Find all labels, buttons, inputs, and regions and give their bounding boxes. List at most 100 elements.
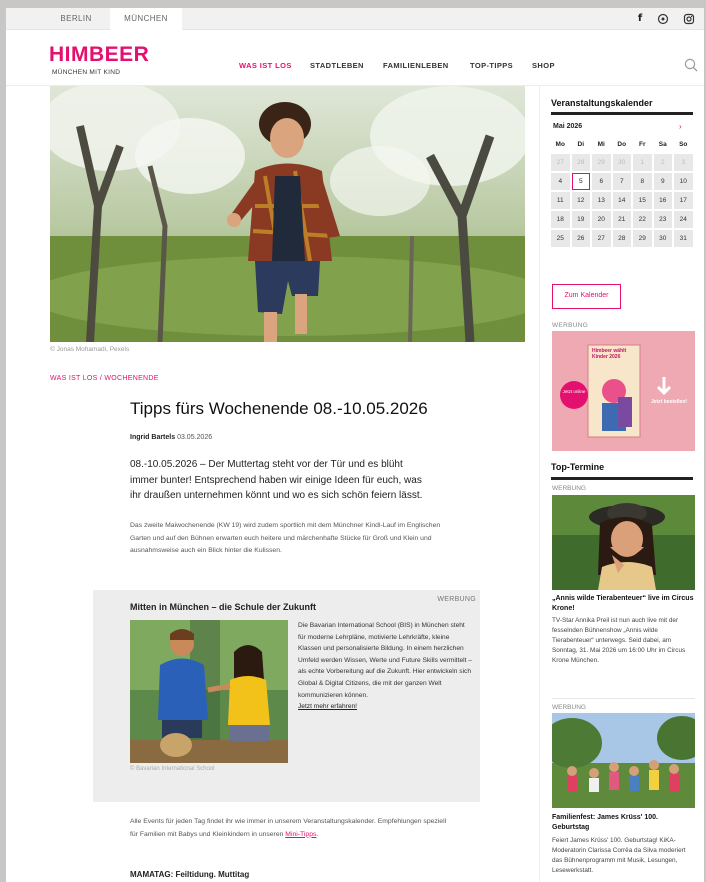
calendar-week-row: 18 19 20 21 22 23 24 xyxy=(551,211,693,228)
calendar-day[interactable]: 28 xyxy=(612,230,631,247)
ad-title[interactable]: Mitten in München – die Schule der Zukun… xyxy=(130,602,316,612)
ad-image[interactable] xyxy=(130,620,288,763)
page: BERLIN MÜNCHEN f HIMBEER MÜNCHEN MIT KIN… xyxy=(6,8,704,882)
calendar-day[interactable]: 10 xyxy=(674,173,693,190)
calendar-day[interactable]: 5 xyxy=(571,173,590,190)
article-title: Tipps fürs Wochenende 08.-10.05.2026 xyxy=(130,399,428,418)
event-ad-label: WERBUNG xyxy=(552,704,586,711)
event-description: TV-Star Annika Preil ist nun auch live m… xyxy=(552,617,686,664)
nav-shop[interactable]: SHOP xyxy=(532,61,555,70)
calendar-button[interactable]: Zum Kalender xyxy=(552,284,621,309)
logo[interactable]: HIMBEER xyxy=(49,44,149,66)
calendar-day[interactable]: 26 xyxy=(571,230,590,247)
calendar-day[interactable]: 6 xyxy=(592,173,611,190)
article-paragraph: Das zweite Maiwochenende (KW 19) wird zu… xyxy=(130,522,441,554)
calendar-day[interactable]: 9 xyxy=(653,173,672,190)
event-image[interactable] xyxy=(552,713,695,808)
calendar-grid: Mo Di Mi Do Fr Sa So 27 28 29 30 1 2 3 4 5 6 7 8 9 10 11 12 13 1… xyxy=(551,138,693,249)
heading-rule xyxy=(551,112,693,115)
calendar-day[interactable]: 27 xyxy=(592,230,611,247)
calendar-weekday: Di xyxy=(577,141,585,148)
calendar-day[interactable]: 29 xyxy=(592,154,611,171)
calendar-day[interactable]: 21 xyxy=(612,211,631,228)
calendar-day[interactable]: 15 xyxy=(633,192,652,209)
calendar-day[interactable]: 22 xyxy=(633,211,652,228)
calendar-day[interactable]: 25 xyxy=(551,230,570,247)
heading-rule xyxy=(551,477,693,480)
calendar-weekday: So xyxy=(679,141,688,148)
ad-more-link[interactable]: Jetzt mehr erfahren! xyxy=(298,701,473,713)
nav-top-tipps[interactable]: TOP-TIPPS xyxy=(470,61,513,70)
calendar-day[interactable]: 31 xyxy=(674,230,693,247)
calendar-day[interactable]: 30 xyxy=(653,230,672,247)
calendar-day[interactable]: 29 xyxy=(633,230,652,247)
calendar-weekday: Do xyxy=(617,141,627,148)
calendar-heading: Veranstaltungskalender xyxy=(551,98,653,108)
event-title[interactable]: Familienfest: James Krüss' 100. Geburtst… xyxy=(552,813,695,832)
section-heading: MAMATAG: Feiltidung. Muttitag xyxy=(130,870,250,879)
search-icon[interactable] xyxy=(684,58,698,72)
pinterest-icon[interactable] xyxy=(657,13,669,25)
calendar-day[interactable]: 2 xyxy=(653,154,672,171)
event-title[interactable]: „Annis wilde Tierabenteuer“ live im Circ… xyxy=(552,594,695,613)
calendar-day[interactable]: 3 xyxy=(674,154,693,171)
calendar-day[interactable]: 20 xyxy=(592,211,611,228)
facebook-icon[interactable]: f xyxy=(634,13,646,25)
calendar-day[interactable]: 28 xyxy=(571,154,590,171)
paragraph-end: . xyxy=(316,830,319,838)
calendar-weekday: Fr xyxy=(639,141,646,148)
calendar-day[interactable]: 14 xyxy=(612,192,631,209)
author[interactable]: Ingrid Bartels xyxy=(130,434,175,441)
calendar-week-row: 11 12 13 14 15 16 17 xyxy=(551,192,693,209)
event-divider xyxy=(552,698,695,699)
sidebar: Veranstaltungskalender Mai 2026 › Mo Di Mi… xyxy=(543,86,704,882)
event-image[interactable] xyxy=(552,495,695,590)
site-header: HIMBEER MÜNCHEN MIT KIND WAS IST LOS STA… xyxy=(6,30,704,86)
calendar-day[interactable]: 17 xyxy=(674,192,693,209)
ad-banner-cta: Jetzt bestellen! xyxy=(650,399,688,405)
calendar-next-button[interactable]: › xyxy=(679,122,682,131)
calendar-weekday: Mi xyxy=(597,141,605,148)
city-tab-muenchen[interactable]: MÜNCHEN xyxy=(110,8,182,31)
calendar-day[interactable]: 30 xyxy=(612,154,631,171)
calendar-day[interactable]: 23 xyxy=(653,211,672,228)
calendar-weekday-row: Mo Di Mi Do Fr Sa So xyxy=(551,138,693,152)
ad-banner-circle-text: Jetzt online xyxy=(562,389,586,394)
calendar-week-row: 27 28 29 30 1 2 3 xyxy=(551,154,693,171)
nav-familienleben[interactable]: FAMILIENLEBEN xyxy=(383,61,449,70)
hero-image xyxy=(50,86,525,342)
mini-tipps-link[interactable]: Mini-Tipps xyxy=(285,831,316,838)
calendar-day[interactable]: 19 xyxy=(571,211,590,228)
calendar-day[interactable]: 18 xyxy=(551,211,570,228)
calendar-weekday: Sa xyxy=(658,141,667,148)
city-tab-berlin[interactable]: BERLIN xyxy=(50,8,102,30)
calendar-day[interactable]: 7 xyxy=(612,173,631,190)
calendar-day[interactable]: 11 xyxy=(551,192,570,209)
calendar-day[interactable]: 13 xyxy=(592,192,611,209)
top-events-heading: Top-Termine xyxy=(551,462,605,472)
ad-label: WERBUNG xyxy=(437,596,476,603)
calendar-day[interactable]: 1 xyxy=(633,154,652,171)
image-credit: © Jonas Mohamadi, Pexels xyxy=(50,346,130,353)
calendar-day[interactable]: 27 xyxy=(551,154,570,171)
ad-image-credit: © Bavarian International School xyxy=(130,766,215,772)
breadcrumb[interactable]: WAS IST LOS / WOCHENENDE xyxy=(50,375,159,382)
ad-text: Die Bavarian International School (BIS) … xyxy=(298,620,473,713)
calendar-day[interactable]: 16 xyxy=(653,192,672,209)
instagram-icon[interactable] xyxy=(683,13,695,25)
calendar-day[interactable]: 4 xyxy=(551,173,570,190)
nav-stadtleben[interactable]: STADTLEBEN xyxy=(310,61,364,70)
sidebar-ad-banner[interactable]: Himbeer wählt Kinder 2026 Jetzt online J… xyxy=(552,331,695,451)
article-paragraph-2: Alle Events für jeden Tag findet ihr wie… xyxy=(130,816,450,841)
calendar-day[interactable]: 8 xyxy=(633,173,652,190)
nav-was-ist-los[interactable]: WAS IST LOS xyxy=(239,61,292,70)
calendar-month: Mai 2026 xyxy=(553,123,583,130)
event-ad-label: WERBUNG xyxy=(552,485,586,492)
article-lead: 08.-10.05.2026 – Der Muttertag steht vor… xyxy=(130,459,423,501)
ad-label: WERBUNG xyxy=(552,322,589,329)
calendar-day[interactable]: 12 xyxy=(571,192,590,209)
ad-banner-title: Himbeer wählt Kinder 2026 xyxy=(592,348,627,360)
calendar-week-row: 25 26 27 28 29 30 31 xyxy=(551,230,693,247)
calendar-day[interactable]: 24 xyxy=(674,211,693,228)
ad-description: Die Bavarian International School (BIS) … xyxy=(298,622,472,699)
